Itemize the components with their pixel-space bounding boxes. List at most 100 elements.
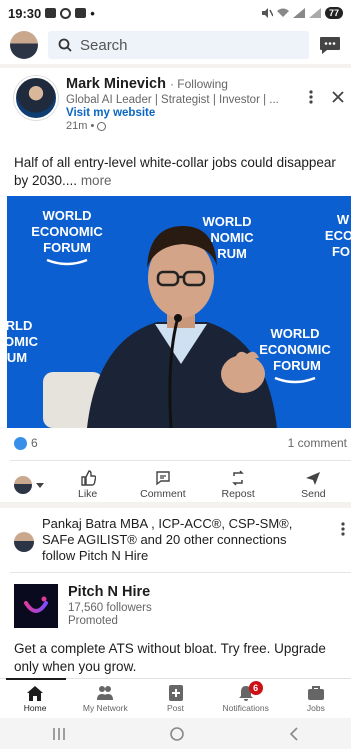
post-header: Mark Minevich · Following Global AI Lead… <box>14 76 351 144</box>
profile-avatar[interactable] <box>10 31 38 59</box>
more-options-icon[interactable] <box>309 90 313 104</box>
author-avatar[interactable] <box>14 76 58 120</box>
wef-banner-tr-1: W <box>337 212 350 227</box>
post-plus-icon <box>168 684 183 701</box>
like-reaction-icon <box>14 436 27 450</box>
send-icon <box>306 472 321 485</box>
author-headline: Global AI Leader | Strategist | Investor… <box>66 94 279 106</box>
status-right: 77 <box>261 7 343 19</box>
reaction-count: 6 <box>31 436 38 450</box>
react-as-selector[interactable] <box>0 476 50 494</box>
repost-icon <box>232 470 244 486</box>
author-meta: Mark Minevich · Following Global AI Lead… <box>66 76 351 144</box>
promoted-post: Pankaj Batra MBA , ICP-ACC®, CSP-SM®, SA… <box>0 508 351 678</box>
wef-banner-tl-1: WORLD <box>42 208 91 223</box>
comment-label: Comment <box>140 488 186 500</box>
active-indicator <box>6 678 66 680</box>
pitch-n-hire-logo-icon <box>24 596 48 613</box>
search-icon <box>58 38 72 52</box>
post-actions: Like Comment Repost Send <box>0 468 351 502</box>
see-more-link[interactable]: more <box>81 173 112 188</box>
mute-icon <box>261 8 273 18</box>
ad-divider <box>10 572 351 573</box>
feed-post: Mark Minevich · Following Global AI Lead… <box>0 68 351 502</box>
nav-home-label: Home <box>23 702 47 713</box>
reactions-row[interactable]: 6 1 comment <box>14 436 351 450</box>
messaging-icon[interactable] <box>319 36 341 54</box>
wef-banner-ml-3: UM <box>7 350 27 365</box>
comment-button[interactable]: Comment <box>125 470 200 500</box>
time-ago: 21m • <box>66 120 95 132</box>
wef-banner-ml-2: OMIC <box>7 334 39 349</box>
repost-button[interactable]: Repost <box>201 470 276 500</box>
network-icon <box>97 685 114 700</box>
nav-jobs-label: Jobs <box>306 702 325 713</box>
linkedin-app-icon <box>75 8 87 18</box>
company-block[interactable]: Pitch N Hire 17,560 followers Promoted <box>14 584 152 628</box>
search-bar[interactable]: Search <box>48 31 309 59</box>
wifi-icon <box>276 8 289 17</box>
gallery-icon <box>45 8 57 18</box>
like-label: Like <box>77 488 98 500</box>
like-button[interactable]: Like <box>50 470 125 500</box>
more-options-icon[interactable] <box>341 522 345 536</box>
back-icon[interactable] <box>288 726 300 741</box>
wef-banner-tc-3: RUM <box>217 246 247 261</box>
comment-icon <box>156 471 170 486</box>
send-button[interactable]: Send <box>276 470 351 500</box>
close-icon[interactable] <box>331 90 345 104</box>
top-bar: Search <box>0 26 351 64</box>
circle-app-icon <box>60 7 72 19</box>
wef-banner-tl-2: ECONOMIC <box>31 224 103 239</box>
notifications-badge: 6 <box>248 681 263 695</box>
post-image[interactable]: WORLD ECONOMIC FORUM WORLD NOMIC RUM W E… <box>7 196 351 428</box>
status-left: 19:30 • <box>8 6 95 21</box>
connection-avatar <box>14 532 34 552</box>
recent-apps-icon[interactable] <box>51 727 67 741</box>
briefcase-icon <box>307 685 324 700</box>
company-followers: 17,560 followers <box>68 602 152 614</box>
wef-banner-tc-2: NOMIC <box>210 230 254 245</box>
bottom-nav: Home My Network Post 6 Notifications Job… <box>0 678 351 718</box>
nav-post[interactable]: Post <box>140 679 210 718</box>
android-nav-bar <box>0 718 351 749</box>
wef-banner-tl-3: FORUM <box>43 240 91 255</box>
home-circle-icon[interactable] <box>169 726 185 742</box>
company-meta: Pitch N Hire 17,560 followers Promoted <box>68 584 152 628</box>
nav-jobs[interactable]: Jobs <box>281 679 351 718</box>
battery-indicator: 77 <box>324 7 343 19</box>
nav-post-label: Post <box>167 702 185 713</box>
post-divider <box>10 460 351 461</box>
post-image-art: WORLD ECONOMIC FORUM WORLD NOMIC RUM W E… <box>7 196 351 428</box>
social-proof-line: Pankaj Batra MBA , ICP-ACC®, CSP-SM®, SA… <box>14 516 337 564</box>
nav-home[interactable]: Home <box>0 678 70 718</box>
wef-banner-tc-1: WORLD <box>202 214 251 229</box>
status-dot: • <box>90 5 95 21</box>
wef-banner-br-2: ECONOMIC <box>259 342 331 357</box>
author-name[interactable]: Mark Minevich <box>66 76 166 92</box>
promoted-label: Promoted <box>68 615 118 627</box>
status-bar: 19:30 • 77 <box>0 0 351 26</box>
company-name[interactable]: Pitch N Hire <box>68 584 152 600</box>
post-time: 21m • <box>66 120 351 132</box>
repost-label: Repost <box>221 488 255 500</box>
send-label: Send <box>301 488 326 500</box>
nav-notifications-label: Notifications <box>222 702 269 713</box>
actor-avatar <box>14 476 32 494</box>
wef-banner-br-1: WORLD <box>270 326 319 341</box>
chevron-down-icon <box>36 482 44 488</box>
ad-text: Get a complete ATS without bloat. Try fr… <box>14 641 326 674</box>
nav-my-network[interactable]: My Network <box>70 679 140 718</box>
comment-count[interactable]: 1 comment <box>288 436 347 450</box>
signal-2-icon <box>308 8 321 18</box>
wef-banner-tr-2: ECO <box>325 228 351 243</box>
wef-banner-ml-1: RLD <box>7 318 32 333</box>
visit-website-link[interactable]: Visit my website <box>66 107 351 119</box>
company-logo <box>14 584 58 628</box>
wef-banner-tr-3: FO <box>332 244 350 259</box>
nav-notifications[interactable]: 6 Notifications <box>211 679 281 718</box>
globe-icon <box>97 121 107 131</box>
signal-icon <box>292 8 305 18</box>
search-placeholder: Search <box>80 36 128 54</box>
post-text: Half of all entry-level white-collar job… <box>14 154 344 190</box>
